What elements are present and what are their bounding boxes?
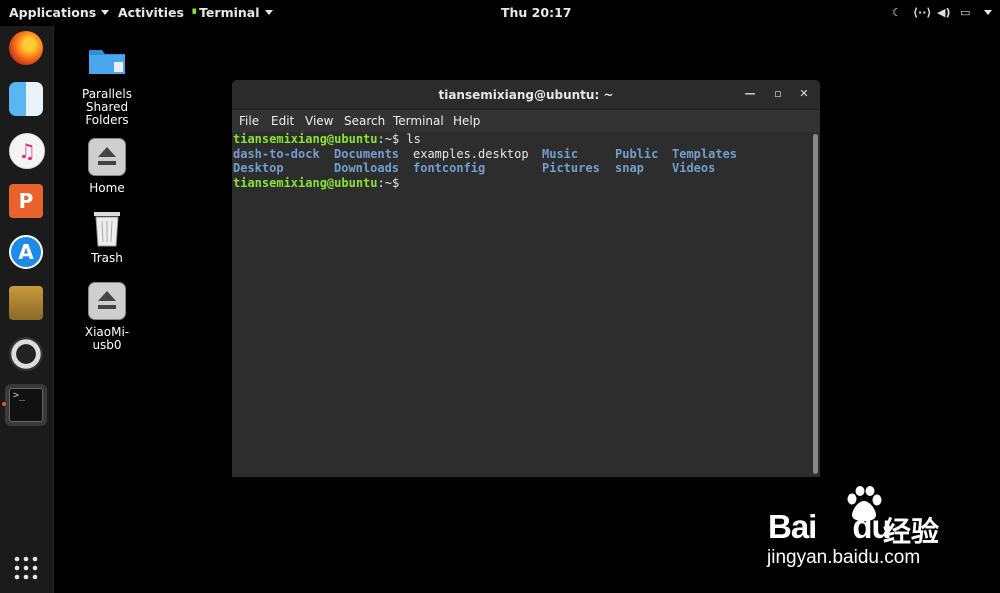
desktop-icon-trash[interactable]: Trash [64,208,150,265]
dock-help[interactable] [5,333,47,375]
baidu-watermark: Bai du 经验 jingyan.baidu.com [765,484,995,584]
ls-entry: Templates [672,146,738,161]
command-line: tiansemixiang@ubuntu:~$ ls [233,132,421,146]
ls-entry: Downloads [334,161,400,175]
show-applications-button[interactable] [5,547,47,589]
clock[interactable]: Thu 20:17 [501,5,571,20]
menu-view[interactable]: View [305,114,333,128]
dock-powerpoint[interactable]: P [5,180,47,222]
ls-entry: examples.desktop [413,146,529,161]
menu-bar: File Edit View Search Terminal Help [232,110,820,132]
applications-menu[interactable]: Applications [9,5,110,20]
dock-terminal[interactable]: >_ [2,384,47,426]
menu-terminal[interactable]: Terminal [393,114,444,128]
menu-file[interactable]: File [239,114,259,128]
ls-entry: Pictures [542,161,600,175]
menu-edit[interactable]: Edit [271,114,294,128]
firefox-icon [9,31,43,65]
terminal-mini-icon: ▝ [189,10,200,20]
app-menu[interactable]: ▝ Terminal [189,5,273,20]
terminal-output[interactable]: tiansemixiang@ubuntu:~$ ls dash-to-dock … [232,132,810,477]
watermark-cn: 经验 [883,515,940,548]
dock-firefox[interactable] [5,27,47,69]
night-light-icon[interactable]: ☾ [892,6,902,19]
ls-entry: Music [542,146,579,161]
ls-entry: dash-to-dock [233,146,320,161]
menu-search[interactable]: Search [344,114,385,128]
scrollbar[interactable] [813,134,818,474]
trash-icon [87,208,127,248]
dock-itunes[interactable]: ♫ [5,129,47,171]
usb-drive-icon [88,282,126,320]
ls-entry: Public [615,146,659,161]
maximize-button[interactable]: ▫ [770,86,786,102]
ls-entry: Documents [334,146,400,161]
activities-button[interactable]: Activities [118,5,184,20]
installer-icon [9,286,43,320]
window-titlebar[interactable]: tiansemixiang@ubuntu: ~ — ▫ ✕ [232,80,820,110]
show-applications-icon [14,556,38,580]
help-icon [9,337,43,371]
watermark-brand: Bai du [768,508,892,545]
desktop-icon-home[interactable]: Home [64,138,150,195]
desktop-icon-xiaomi-usb0[interactable]: XiaoMi- usb0 [64,282,150,352]
window-title: tiansemixiang@ubuntu: ~ [438,88,614,102]
shared-folder-icon [87,44,127,84]
chevron-down-icon [101,10,110,15]
battery-icon[interactable]: ▭ [960,6,970,19]
network-icon[interactable]: ⟨··⟩ [913,6,931,19]
chevron-down-icon [264,10,273,15]
ls-entry: Desktop [233,161,284,175]
ls-entry: fontconfig [413,161,486,175]
top-bar: Applications Activities ▝ Terminal Thu 2… [0,0,1000,26]
close-button[interactable]: ✕ [796,86,812,102]
dock-finder[interactable] [5,78,47,120]
dock-installer[interactable] [5,282,47,324]
ls-entry: snap [615,161,644,175]
desktop-icon-parallels-shared-folders[interactable]: Parallels Shared Folders [64,44,150,127]
terminal-icon: >_ [9,388,43,422]
prompt-line: tiansemixiang@ubuntu:~$ [233,175,400,190]
volume-icon[interactable]: ◀) [937,6,951,19]
terminal-window[interactable]: tiansemixiang@ubuntu: ~ — ▫ ✕ File Edit … [232,80,820,477]
finder-icon [9,82,43,116]
dock: ♫ P A >_ [0,26,54,593]
dock-app-store[interactable]: A [5,231,47,273]
system-menu-caret[interactable] [979,6,992,19]
app-store-icon: A [9,235,43,269]
watermark-url: jingyan.baidu.com [767,547,921,568]
ls-entry: Videos [672,161,716,175]
menu-help[interactable]: Help [453,114,480,128]
drive-icon [88,138,126,176]
itunes-icon: ♫ [9,133,45,169]
minimize-button[interactable]: — [742,86,758,102]
running-indicator [2,402,6,406]
powerpoint-icon: P [9,184,43,218]
